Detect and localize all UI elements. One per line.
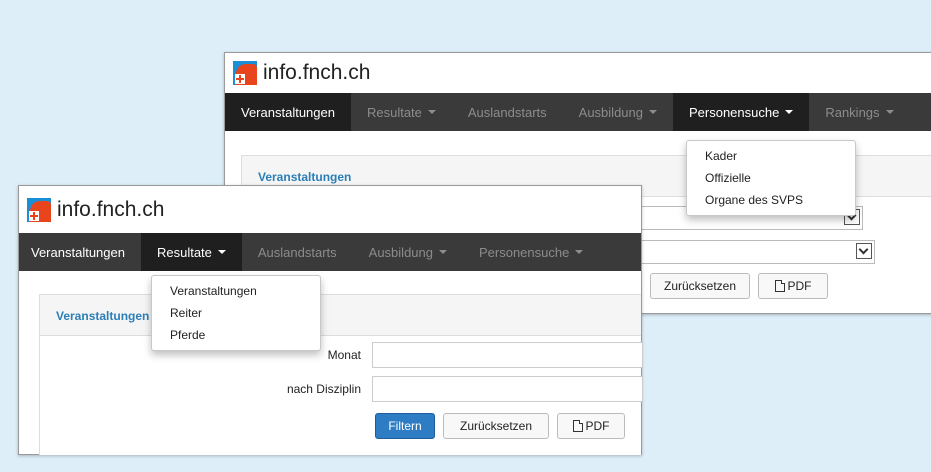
front-window: info.fnch.ch Veranstaltungen Resultate A…	[18, 185, 643, 455]
panel-title: Veranstaltungen	[56, 309, 150, 323]
menu-item-veranstaltungen[interactable]: Veranstaltungen	[152, 280, 320, 302]
month-input[interactable]	[372, 342, 643, 368]
menu-item-kader[interactable]: Kader	[687, 145, 855, 167]
menu-item-offizielle[interactable]: Offizielle	[687, 167, 855, 189]
panel: Veranstaltungen	[39, 294, 641, 455]
chevron-down-icon	[785, 110, 794, 114]
reset-button[interactable]: Zurücksetzen	[650, 273, 750, 299]
panel-title: Veranstaltungen	[258, 170, 352, 184]
chevron-down-icon	[438, 250, 447, 254]
pdf-button[interactable]: PDF	[557, 413, 625, 439]
nav-auslandstarts[interactable]: Auslandstarts	[242, 233, 353, 271]
reset-button[interactable]: Zurücksetzen	[443, 413, 549, 439]
brand[interactable]: info.fnch.ch	[27, 198, 164, 222]
chevron-down-icon	[427, 110, 436, 114]
brand-text: info.fnch.ch	[57, 198, 165, 221]
discipline-label: nach Disziplin	[286, 382, 361, 396]
chevron-down-icon	[217, 250, 226, 254]
navbar: Veranstaltungen Resultate Auslandstarts …	[19, 233, 641, 271]
nav-rankings[interactable]: Rankings	[809, 93, 909, 131]
file-icon	[572, 420, 583, 432]
chevron-down-icon	[885, 110, 894, 114]
nav-resultate[interactable]: Resultate	[351, 93, 452, 131]
nav-veranstaltungen[interactable]: Veranstaltungen	[19, 233, 141, 271]
nav-ausbildung[interactable]: Ausbildung	[563, 93, 673, 131]
nav-ausbildung[interactable]: Ausbildung	[353, 233, 463, 271]
select-2[interactable]	[625, 240, 875, 264]
pdf-button[interactable]: PDF	[758, 273, 828, 299]
resultate-dropdown: Veranstaltungen Reiter Pferde	[151, 275, 321, 351]
brand[interactable]: info.fnch.ch	[233, 61, 370, 85]
nav-veranstaltungen[interactable]: Veranstaltungen	[225, 93, 351, 131]
file-icon	[774, 280, 785, 292]
panel-header: Veranstaltungen	[40, 295, 641, 336]
chevron-down-icon	[856, 243, 872, 259]
fnch-logo-icon	[27, 198, 51, 222]
nav-auslandstarts[interactable]: Auslandstarts	[452, 93, 563, 131]
chevron-down-icon	[575, 250, 584, 254]
discipline-input[interactable]	[372, 376, 643, 402]
chevron-down-icon	[648, 110, 657, 114]
fnch-logo-icon	[233, 61, 257, 85]
brand-text: info.fnch.ch	[263, 61, 371, 84]
nav-personensuche[interactable]: Personensuche	[672, 93, 810, 131]
personensuche-dropdown: Kader Offizielle Organe des SVPS	[686, 140, 856, 216]
filter-button[interactable]: Filtern	[375, 413, 435, 439]
nav-resultate[interactable]: Resultate	[140, 233, 242, 271]
menu-item-pferde[interactable]: Pferde	[152, 324, 320, 346]
navbar: Veranstaltungen Resultate Auslandstarts …	[225, 93, 931, 131]
menu-item-organe[interactable]: Organe des SVPS	[687, 189, 855, 211]
nav-personensuche[interactable]: Personensuche	[463, 233, 599, 271]
menu-item-reiter[interactable]: Reiter	[152, 302, 320, 324]
